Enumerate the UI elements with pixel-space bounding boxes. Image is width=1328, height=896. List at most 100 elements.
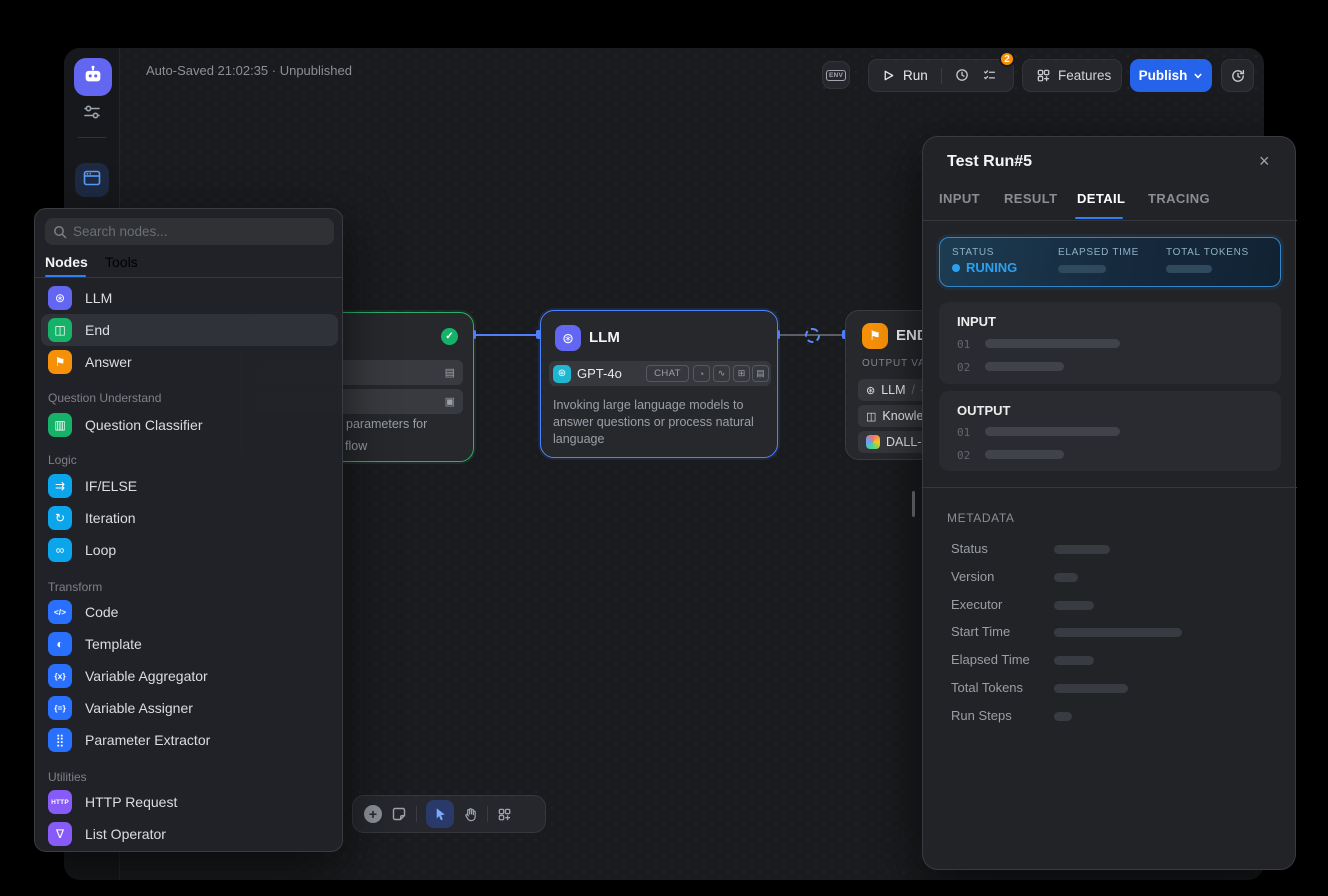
start-node-description: flow [345,439,367,453]
play-icon [882,69,895,82]
node-list-item-question-classifier[interactable]: ▥ Question Classifier [41,409,338,441]
meta-label-executor: Executor [951,597,1002,612]
skeleton-bar [985,450,1064,459]
node-list-item-variable-aggregator[interactable]: {x} Variable Aggregator [41,660,338,692]
robot-icon [82,64,104,91]
status-card: STATUS ELAPSED TIME TOTAL TOKENS RUNING [939,237,1281,287]
skeleton-bar [985,362,1064,371]
window-icon [82,168,102,193]
node-list-item-end[interactable]: ◫ End [41,314,338,346]
node-list-item-variable-assigner[interactable]: {=} Variable Assigner [41,692,338,724]
llm-icon: ⊛ [555,325,581,351]
copy-icon: ▣ [445,395,455,408]
model-selector[interactable]: ⊛ GPT-4o CHAT ◔ ∿ ⊞ ▤ [549,361,771,386]
section-transform: Transform [48,580,102,594]
tab-result[interactable]: RESULT [1004,191,1057,206]
node-item-label: Variable Assigner [85,700,193,716]
line-number: 01 [957,426,970,439]
node-item-label: Loop [85,542,116,558]
meta-label-run-steps: Run Steps [951,708,1012,723]
autosave-status: Auto-Saved 21:02:35 · Unpublished [146,63,352,78]
schedule-icon[interactable] [955,68,970,83]
dalle-icon [866,435,880,449]
canvas-toolbar[interactable]: + [352,795,546,833]
meta-label-status: Status [951,541,988,556]
knowledge-icon: ◫ [866,410,876,423]
checklist-icon[interactable] [982,68,997,83]
end-icon: ◫ [48,318,72,342]
meta-label-elapsed-time: Elapsed Time [951,652,1030,667]
node-list-item-list-operator[interactable]: ∇ List Operator [41,818,338,850]
code-icon: </> [48,600,72,624]
run-button-group[interactable]: Run [868,59,1014,92]
tab-input[interactable]: INPUT [939,191,980,206]
node-list-item-http-request[interactable]: HTTP HTTP Request [41,786,338,818]
skeleton-bar [1166,265,1212,273]
line-number: 01 [957,338,970,351]
tab-detail[interactable]: DETAIL [1077,191,1125,206]
start-node-description: parameters for [346,417,427,431]
app-avatar[interactable] [74,58,112,96]
tab-nodes[interactable]: Nodes [45,254,88,270]
publish-label: Publish [1139,68,1188,83]
cursor-icon [433,807,448,822]
output-card: OUTPUT 01 02 [939,391,1281,471]
organize-nodes-icon[interactable] [497,807,512,822]
input-title: INPUT [957,314,996,329]
node-item-label: List Operator [85,826,166,842]
node-list-item-llm[interactable]: ⊛ LLM [41,282,338,314]
env-icon: ENV [826,70,846,81]
app-window-button[interactable] [75,163,109,197]
llm-node-description: Invoking large language models to answer… [553,397,769,448]
search-input[interactable] [73,224,303,239]
hand-mode-button[interactable] [463,807,478,822]
workflow-settings-icon[interactable] [83,103,101,126]
chat-mode-badge: CHAT [646,365,689,382]
llm-node[interactable]: ⊛ LLM ⊛ GPT-4o CHAT ◔ ∿ ⊞ ▤ Invoking lar… [540,310,778,458]
variable-aggregator-icon: {x} [48,664,72,688]
audio-icon: ∿ [713,365,730,382]
close-icon[interactable]: × [1259,151,1270,172]
section-logic: Logic [48,453,77,467]
node-list-item-template[interactable]: ◐ Template [41,628,338,660]
vision-icon: ◔ [693,365,710,382]
template-icon: ◐ [48,632,72,656]
features-button[interactable]: Features [1022,59,1122,92]
status-text: RUNING [966,260,1017,275]
output-title: OUTPUT [957,403,1010,418]
elapsed-time-label: ELAPSED TIME [1058,247,1139,258]
version-history-button[interactable] [1221,59,1254,92]
node-list-item-ifelse[interactable]: ⇉ IF/ELSE [41,470,338,502]
model-name: GPT-4o [577,366,622,381]
node-list-item-parameter-extractor[interactable]: ⣿ Parameter Extractor [41,724,338,756]
tab-tools[interactable]: Tools [105,254,138,270]
section-divider [923,487,1297,488]
node-item-label: IF/ELSE [85,478,137,494]
pointer-mode-button[interactable] [426,800,454,828]
tabs-divider [923,220,1297,221]
add-node-icon[interactable]: + [364,805,382,823]
add-note-icon[interactable] [391,806,407,822]
meta-label-total-tokens: Total Tokens [951,680,1023,695]
llm-icon: ⊛ [866,384,875,397]
publish-button[interactable]: Publish [1130,59,1212,92]
node-search-box[interactable] [45,218,334,245]
node-list-item-loop[interactable]: ∞ Loop [41,534,338,566]
history-icon [1230,68,1246,84]
chevron-down-icon [1193,71,1203,81]
checklist-count-badge: 2 [999,51,1015,67]
question-classifier-icon: ▥ [48,413,72,437]
node-list-item-answer[interactable]: ⚑ Answer [41,346,338,378]
node-list-item-iteration[interactable]: ↻ Iteration [41,502,338,534]
skeleton-bar [1054,712,1072,721]
http-request-icon: HTTP [48,790,72,814]
node-list-item-code[interactable]: </> Code [41,596,338,628]
panel-resize-handle[interactable] [912,491,915,517]
openai-icon: ⊛ [553,365,571,383]
document-icon: ▤ [752,365,769,382]
features-icon [1036,68,1051,83]
env-variables-button[interactable]: ENV [822,61,850,89]
run-button-label[interactable]: Run [903,68,928,83]
skeleton-bar [1058,265,1106,273]
tab-tracing[interactable]: TRACING [1148,191,1210,206]
